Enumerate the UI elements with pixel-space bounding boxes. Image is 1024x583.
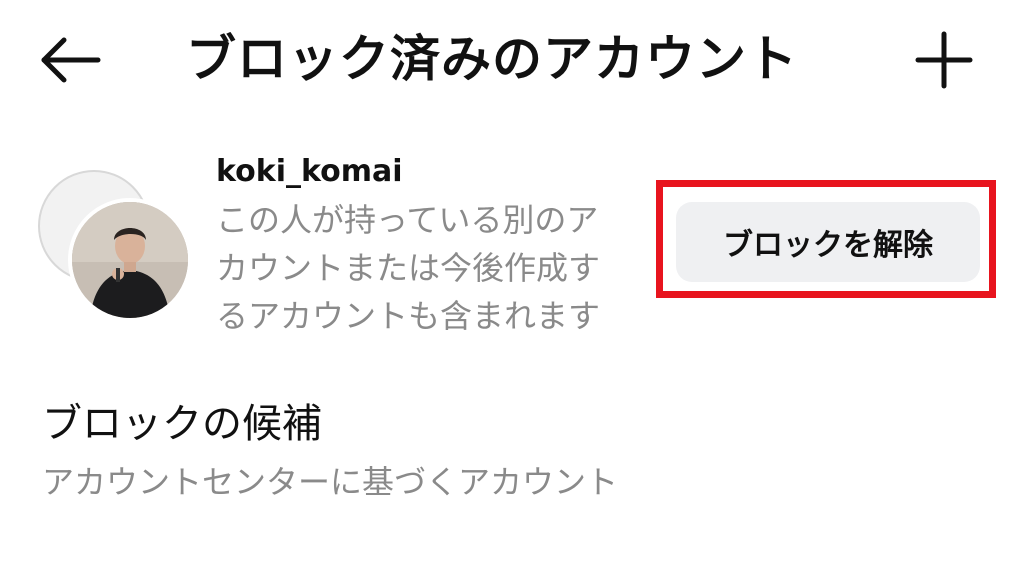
account-description: この人が持っている別のア カウントまたは今後作成す るアカウントも含まれます: [216, 196, 656, 340]
arrow-left-icon: [38, 32, 102, 88]
description-line: るアカウントも含まれます: [216, 297, 601, 335]
top-bar: ブロック済みのアカウント: [0, 0, 1024, 120]
back-button[interactable]: [38, 32, 102, 88]
suggestions-heading: ブロックの候補: [42, 401, 322, 447]
page-title: ブロック済みのアカウント: [186, 30, 798, 88]
add-block-button[interactable]: [912, 28, 976, 92]
avatar-stack[interactable]: [38, 170, 192, 322]
plus-icon: [912, 28, 976, 92]
description-line: この人が持っている別のア: [216, 201, 599, 239]
description-line: カウントまたは今後作成す: [216, 249, 601, 287]
avatar: [68, 198, 192, 322]
suggestions-subtitle: アカウントセンターに基づくアカウント: [42, 463, 619, 501]
profile-photo: [72, 202, 188, 318]
unblock-button[interactable]: ブロックを解除: [676, 202, 980, 282]
account-username[interactable]: koki_komai: [216, 152, 403, 192]
